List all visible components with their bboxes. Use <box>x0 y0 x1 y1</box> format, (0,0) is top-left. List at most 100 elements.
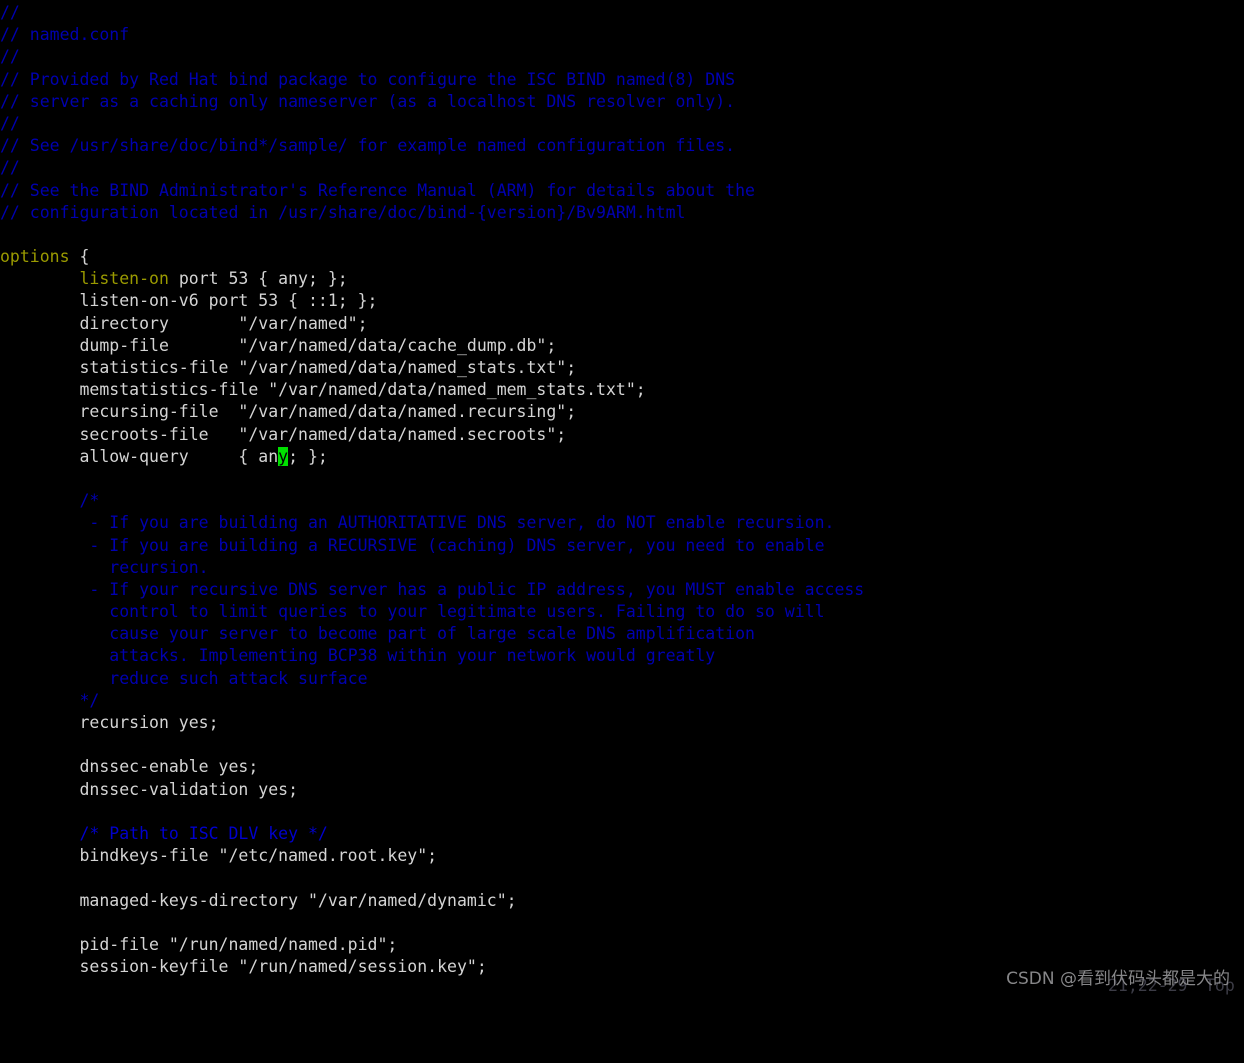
code-token-comment: recursion. <box>109 557 209 577</box>
code-token-comment: // See the BIND Administrator's Referenc… <box>0 180 755 200</box>
code-token-plain: secroots-file "/var/named/data/named.sec… <box>0 424 567 444</box>
code-token-comment: // <box>0 47 20 67</box>
code-token-plain: memstatistics-file "/var/named/data/name… <box>0 380 646 400</box>
editor-line[interactable]: // server as a caching only nameserver (… <box>0 91 1244 113</box>
editor-text-buffer[interactable]: //// named.conf//// Provided by Red Hat … <box>0 0 1244 978</box>
editor-line[interactable]: dnssec-validation yes; <box>0 779 1244 801</box>
editor-line[interactable] <box>0 734 1244 756</box>
editor-line[interactable]: listen-on-v6 port 53 { ::1; }; <box>0 290 1244 312</box>
code-token-plain: allow-query { an <box>0 446 279 466</box>
code-token-comment: attacks. Implementing BCP38 within your … <box>109 646 716 666</box>
code-token-comment-b: /* Path to ISC DLV key */ <box>79 823 328 843</box>
editor-line[interactable]: cause your server to become part of larg… <box>0 623 1244 645</box>
editor-line[interactable] <box>0 867 1244 889</box>
code-token-plain: managed-keys-directory "/var/named/dynam… <box>0 890 517 910</box>
editor-line[interactable]: listen-on port 53 { any; }; <box>0 268 1244 290</box>
file-scroll-position: Top <box>1205 976 1235 995</box>
code-token-comment: cause your server to become part of larg… <box>109 624 755 644</box>
code-token-plain: bindkeys-file "/etc/named.root.key"; <box>0 846 438 866</box>
vim-status-line: 21,22-29 Top <box>0 975 1244 997</box>
editor-line[interactable]: memstatistics-file "/var/named/data/name… <box>0 379 1244 401</box>
editor-line[interactable] <box>0 468 1244 490</box>
editor-line[interactable]: allow-query { any; }; <box>0 446 1244 468</box>
editor-line[interactable]: attacks. Implementing BCP38 within your … <box>0 645 1244 667</box>
editor-line[interactable] <box>0 801 1244 823</box>
editor-line[interactable]: statistics-file "/var/named/data/named_s… <box>0 357 1244 379</box>
editor-line[interactable]: control to limit queries to your legitim… <box>0 601 1244 623</box>
code-token-comment: - If you are building an AUTHORITATIVE D… <box>89 513 835 533</box>
editor-line[interactable]: dnssec-enable yes; <box>0 756 1244 778</box>
editor-line[interactable]: - If you are building a RECURSIVE (cachi… <box>0 535 1244 557</box>
editor-line[interactable]: // See the BIND Administrator's Referenc… <box>0 180 1244 202</box>
editor-line[interactable]: // See /usr/share/doc/bind*/sample/ for … <box>0 135 1244 157</box>
code-token-plain: recursion yes; <box>0 713 219 732</box>
code-token-comment: // See /usr/share/doc/bind*/sample/ for … <box>0 136 736 156</box>
editor-line[interactable] <box>0 224 1244 246</box>
editor-line[interactable]: options { <box>0 246 1244 268</box>
editor-line[interactable]: - If you are building an AUTHORITATIVE D… <box>0 512 1244 534</box>
editor-line[interactable]: // named.conf <box>0 24 1244 46</box>
code-token-plain: { <box>69 247 90 267</box>
code-token-keyword: listen-on <box>79 269 169 289</box>
code-token-comment: // Provided by Red Hat bind package to c… <box>0 69 736 89</box>
editor-line[interactable]: bindkeys-file "/etc/named.root.key"; <box>0 845 1244 867</box>
editor-line[interactable]: managed-keys-directory "/var/named/dynam… <box>0 890 1244 912</box>
editor-line[interactable]: dump-file "/var/named/data/cache_dump.db… <box>0 335 1244 357</box>
code-token-plain: directory "/var/named"; <box>0 313 368 333</box>
editor-line[interactable]: directory "/var/named"; <box>0 313 1244 335</box>
editor-line[interactable]: recursion. <box>0 557 1244 579</box>
editor-line[interactable]: recursing-file "/var/named/data/named.re… <box>0 401 1244 423</box>
code-token-comment: control to limit queries to your legitim… <box>109 602 825 622</box>
editor-line[interactable]: secroots-file "/var/named/data/named.sec… <box>0 424 1244 446</box>
text-cursor: y <box>278 446 289 466</box>
editor-line[interactable]: - If your recursive DNS server has a pub… <box>0 579 1244 601</box>
code-token-comment: // server as a caching only nameserver (… <box>0 91 736 111</box>
code-token-comment: - If you are building a RECURSIVE (cachi… <box>89 535 825 555</box>
editor-line[interactable]: // <box>0 113 1244 135</box>
code-token-plain: statistics-file "/var/named/data/named_s… <box>0 358 577 377</box>
code-token-plain: pid-file "/run/named/named.pid"; <box>0 934 398 954</box>
editor-line[interactable]: /* Path to ISC DLV key */ <box>0 823 1244 845</box>
editor-line[interactable]: /* <box>0 490 1244 512</box>
editor-line[interactable] <box>0 912 1244 934</box>
code-token-plain: dump-file "/var/named/data/cache_dump.db… <box>0 335 557 355</box>
editor-line[interactable]: */ <box>0 690 1244 712</box>
code-token-comment: reduce such attack surface <box>109 668 368 688</box>
code-token-plain: port 53 { any; }; <box>168 269 348 289</box>
code-token-plain: listen-on-v6 port 53 { ::1; }; <box>0 291 378 311</box>
editor-line[interactable]: // configuration located in /usr/share/d… <box>0 202 1244 224</box>
editor-line[interactable]: // <box>0 2 1244 24</box>
code-token-comment: // named.conf <box>0 25 130 45</box>
editor-line[interactable]: // Provided by Red Hat bind package to c… <box>0 69 1244 91</box>
editor-line[interactable]: reduce such attack surface <box>0 668 1244 690</box>
editor-line[interactable]: // <box>0 157 1244 179</box>
cursor-position-ruler: 21,22-29 <box>1108 976 1188 995</box>
code-token-comment: - If your recursive DNS server has a pub… <box>89 579 865 599</box>
editor-line[interactable]: // <box>0 46 1244 68</box>
code-token-plain: ; }; <box>288 446 328 466</box>
code-token-comment: */ <box>79 690 100 710</box>
code-token-comment: // <box>0 113 20 133</box>
code-token-plain: session-keyfile "/run/named/session.key"… <box>0 957 487 977</box>
editor-line[interactable]: pid-file "/run/named/named.pid"; <box>0 934 1244 956</box>
code-token-plain: dnssec-enable yes; <box>0 757 259 777</box>
terminal-window[interactable]: //// named.conf//// Provided by Red Hat … <box>0 0 1244 997</box>
code-token-plain: recursing-file "/var/named/data/named.re… <box>0 402 577 422</box>
code-token-comment: // <box>0 3 20 22</box>
code-token-comment: /* <box>79 491 100 511</box>
editor-line[interactable]: recursion yes; <box>0 712 1244 734</box>
code-token-comment: // configuration located in /usr/share/d… <box>0 202 686 222</box>
code-token-plain: dnssec-validation yes; <box>0 779 299 799</box>
code-token-keyword: options <box>0 247 70 267</box>
